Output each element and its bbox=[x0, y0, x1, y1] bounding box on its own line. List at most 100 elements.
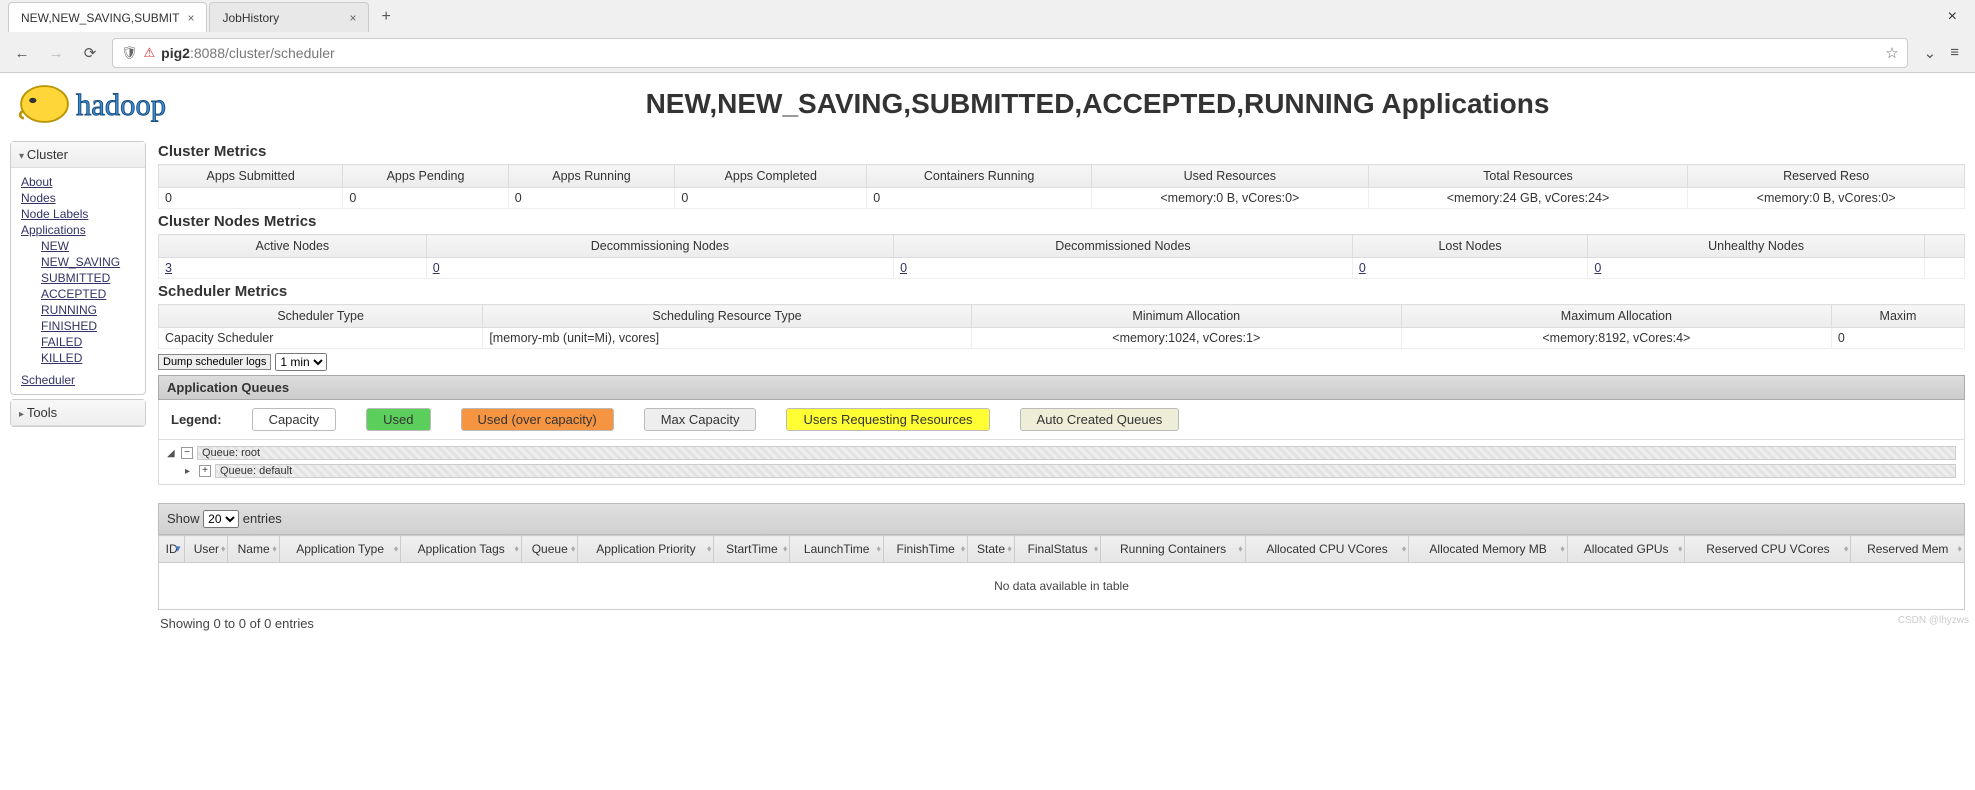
back-button[interactable]: ← bbox=[10, 45, 34, 62]
sort-icon: ♦ bbox=[221, 545, 226, 552]
col-containers-running: Containers Running bbox=[867, 165, 1092, 188]
apps-col-header[interactable]: User♦ bbox=[185, 536, 228, 563]
sidebar-link-failed[interactable]: FAILED bbox=[41, 334, 135, 350]
apps-col-header[interactable]: State♦ bbox=[968, 536, 1014, 563]
collapse-icon[interactable]: − bbox=[181, 447, 193, 459]
cell: 0 bbox=[508, 188, 675, 209]
legend-label: Legend: bbox=[171, 412, 222, 427]
bookmark-icon[interactable]: ☆ bbox=[1885, 44, 1898, 62]
apps-col-header[interactable]: Reserved Mem♦ bbox=[1851, 536, 1965, 563]
sidebar-link-new[interactable]: NEW bbox=[41, 238, 135, 254]
sidebar-header-tools[interactable]: Tools bbox=[11, 400, 145, 426]
sidebar-link-applications[interactable]: Applications bbox=[21, 222, 135, 238]
apps-col-header[interactable]: Allocated GPUs♦ bbox=[1567, 536, 1685, 563]
lock-icon: ⚠ bbox=[144, 45, 156, 61]
close-icon[interactable]: × bbox=[187, 11, 194, 25]
legend-users-requesting: Users Requesting Resources bbox=[786, 408, 989, 431]
cell: <memory:0 B, vCores:0> bbox=[1688, 188, 1965, 209]
apps-col-header[interactable]: Running Containers♦ bbox=[1101, 536, 1245, 563]
lost-nodes-link[interactable]: 0 bbox=[1359, 261, 1366, 275]
menu-icon[interactable]: ≡ bbox=[1950, 44, 1959, 62]
apps-col-header[interactable]: Application Type♦ bbox=[279, 536, 400, 563]
queue-default-bar[interactable]: Queue: default bbox=[215, 464, 1956, 478]
sort-icon: ♦ bbox=[1957, 545, 1962, 552]
apps-col-header[interactable]: Queue♦ bbox=[522, 536, 578, 563]
window-close-icon[interactable]: × bbox=[1938, 8, 1967, 26]
col-max-cluster: Maxim bbox=[1831, 305, 1964, 328]
queue-default-label: Queue: default bbox=[220, 465, 292, 477]
sidebar-link-running[interactable]: RUNNING bbox=[41, 302, 135, 318]
decommissioning-nodes-link[interactable]: 0 bbox=[433, 261, 440, 275]
sidebar-link-submitted[interactable]: SUBMITTED bbox=[41, 270, 135, 286]
col-apps-running: Apps Running bbox=[508, 165, 675, 188]
shield-icon: 🛡 bbox=[121, 45, 138, 61]
forward-button: → bbox=[44, 45, 68, 62]
dump-scheduler-logs-button[interactable]: Dump scheduler logs bbox=[158, 354, 271, 370]
applications-table: ID▼User♦Name♦Application Type♦Applicatio… bbox=[158, 535, 1965, 610]
scheduler-metrics-table: Scheduler Type Scheduling Resource Type … bbox=[158, 304, 1965, 349]
cell: <memory:24 GB, vCores:24> bbox=[1368, 188, 1688, 209]
apps-col-header[interactable]: Allocated CPU VCores♦ bbox=[1245, 536, 1409, 563]
sort-icon: ♦ bbox=[961, 545, 966, 552]
tab-title: NEW,NEW_SAVING,SUBMIT bbox=[21, 11, 179, 25]
apps-col-header[interactable]: Name♦ bbox=[228, 536, 279, 563]
legend-used: Used bbox=[366, 408, 430, 431]
sort-icon: ♦ bbox=[1007, 545, 1012, 552]
apps-col-header[interactable]: FinalStatus♦ bbox=[1014, 536, 1101, 563]
col-total-resources: Total Resources bbox=[1368, 165, 1688, 188]
apps-col-header[interactable]: Reserved CPU VCores♦ bbox=[1685, 536, 1851, 563]
expand-icon[interactable]: + bbox=[199, 465, 211, 477]
active-nodes-link[interactable]: 3 bbox=[165, 261, 172, 275]
entries-label: entries bbox=[243, 511, 282, 526]
caret-down-icon[interactable]: ◢ bbox=[167, 448, 177, 459]
sidebar-link-killed[interactable]: KILLED bbox=[41, 350, 135, 366]
sort-icon: ♦ bbox=[1560, 545, 1565, 552]
col-apps-submitted: Apps Submitted bbox=[159, 165, 343, 188]
unhealthy-nodes-link[interactable]: 0 bbox=[1594, 261, 1601, 275]
sidebar-link-scheduler[interactable]: Scheduler bbox=[21, 372, 135, 388]
apps-col-header[interactable]: FinishTime♦ bbox=[883, 536, 967, 563]
queue-root-label: Queue: root bbox=[202, 447, 260, 459]
tab-title: JobHistory bbox=[222, 11, 279, 25]
url-bar[interactable]: 🛡 ⚠ pig2:8088/cluster/scheduler ☆ bbox=[112, 38, 1908, 68]
sidebar-link-about[interactable]: About bbox=[21, 174, 135, 190]
sidebar-link-new-saving[interactable]: NEW_SAVING bbox=[41, 254, 135, 270]
cell: 0 bbox=[675, 188, 867, 209]
sidebar-link-accepted[interactable]: ACCEPTED bbox=[41, 286, 135, 302]
browser-tab-active[interactable]: NEW,NEW_SAVING,SUBMIT × bbox=[8, 2, 207, 32]
section-cluster-metrics: Cluster Metrics bbox=[158, 143, 1965, 160]
apps-col-header[interactable]: StartTime♦ bbox=[714, 536, 790, 563]
pocket-icon[interactable]: ⌄ bbox=[1924, 44, 1937, 62]
caret-right-icon[interactable]: ▸ bbox=[185, 466, 195, 477]
browser-tab[interactable]: JobHistory × bbox=[209, 2, 369, 32]
cell: 0 bbox=[1831, 328, 1964, 349]
sidebar-link-nodes[interactable]: Nodes bbox=[21, 190, 135, 206]
showing-text: Showing 0 to 0 of 0 entries bbox=[158, 610, 1965, 637]
apps-col-header[interactable]: LaunchTime♦ bbox=[790, 536, 884, 563]
queue-root-bar[interactable]: Queue: root bbox=[197, 446, 1956, 460]
section-nodes-metrics: Cluster Nodes Metrics bbox=[158, 213, 1965, 230]
apps-col-header[interactable]: Application Priority♦ bbox=[578, 536, 714, 563]
new-tab-button[interactable]: + bbox=[371, 8, 400, 26]
sort-icon: ♦ bbox=[707, 545, 712, 552]
reload-button[interactable]: ⟳ bbox=[78, 44, 102, 62]
dump-duration-select[interactable]: 1 min bbox=[275, 353, 327, 371]
nodes-metrics-table: Active Nodes Decommissioning Nodes Decom… bbox=[158, 234, 1965, 279]
col-reserved-resources: Reserved Reso bbox=[1688, 165, 1965, 188]
cell: <memory:0 B, vCores:0> bbox=[1092, 188, 1369, 209]
entries-select[interactable]: 20 bbox=[203, 510, 239, 528]
sidebar-link-node-labels[interactable]: Node Labels bbox=[21, 206, 135, 222]
col-scheduling-resource-type: Scheduling Resource Type bbox=[483, 305, 971, 328]
sidebar-header-cluster[interactable]: Cluster bbox=[11, 142, 145, 168]
sort-icon: ♦ bbox=[1844, 545, 1849, 552]
col-apps-pending: Apps Pending bbox=[343, 165, 508, 188]
application-queues-header: Application Queues bbox=[158, 375, 1965, 400]
apps-col-header[interactable]: ID▼ bbox=[159, 536, 185, 563]
apps-col-header[interactable]: Allocated Memory MB♦ bbox=[1409, 536, 1568, 563]
close-icon[interactable]: × bbox=[349, 11, 356, 25]
sort-icon: ♦ bbox=[1678, 545, 1683, 552]
decommissioned-nodes-link[interactable]: 0 bbox=[900, 261, 907, 275]
apps-col-header[interactable]: Application Tags♦ bbox=[401, 536, 522, 563]
sidebar-link-finished[interactable]: FINISHED bbox=[41, 318, 135, 334]
col-min-allocation: Minimum Allocation bbox=[971, 305, 1401, 328]
